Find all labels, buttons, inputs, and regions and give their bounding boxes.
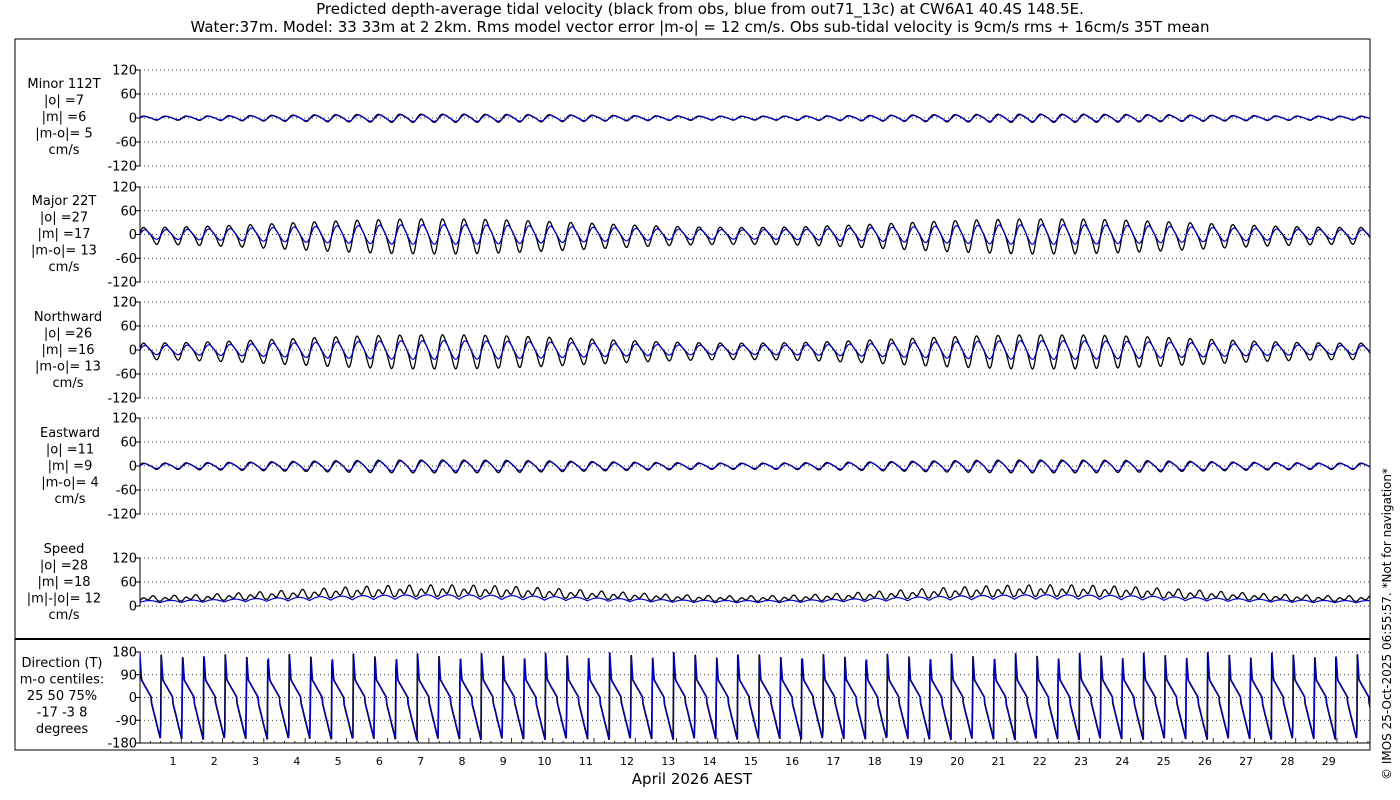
panel-speed: Speed |o| =28|m| =18 |m|-|o|= 12cm/s 120 60 0 [27, 542, 1371, 623]
ytick-label: 120 [112, 412, 137, 427]
panel-label: Northward [34, 310, 102, 325]
panel-label: |o| =28 [40, 559, 88, 574]
ytick-label: -60 [116, 368, 137, 383]
xtick-label: 9 [500, 755, 507, 768]
panel-label: |m-o|= 13 [35, 360, 101, 375]
xtick-label: 25 [1157, 755, 1171, 768]
ytick-label: 60 [120, 436, 137, 451]
xtick-label: 6 [376, 755, 383, 768]
ytick-label: 60 [120, 576, 137, 591]
ytick-label: 0 [129, 344, 137, 359]
outer-frame [14, 38, 1371, 751]
panel-label: cm/s [49, 260, 80, 275]
ytick-label: 120 [112, 181, 137, 196]
xtick-label: 10 [537, 755, 551, 768]
panel-label: Direction (T) [22, 656, 103, 671]
panel-label: |m|-|o|= 12 [27, 592, 101, 607]
xtick-label: 20 [950, 755, 964, 768]
panel-label: |m| =18 [38, 575, 91, 590]
panel-label: cm/s [55, 492, 86, 507]
xtick-label: 5 [335, 755, 342, 768]
panel-label: Eastward [40, 426, 100, 441]
ytick-label: 120 [112, 552, 137, 567]
panel-label: cm/s [53, 376, 84, 391]
panel-label: Major 22T [32, 194, 97, 209]
panel-label: |o| =27 [40, 211, 88, 226]
panel-label: |m| =6 [42, 110, 87, 125]
xtick-label: 15 [744, 755, 758, 768]
xtick-label: 8 [458, 755, 465, 768]
xtick-label: 4 [293, 755, 300, 768]
panel-label: |o| =7 [44, 94, 84, 109]
ytick-label: 0 [129, 691, 137, 706]
xtick-label: 7 [417, 755, 424, 768]
panel-major: Major 22T |o| =27|m| =17 |m-o|= 13cm/s 120 6… [31, 181, 1371, 291]
xtick-label: 16 [785, 755, 799, 768]
panel-label: Speed [44, 542, 85, 557]
ytick-label: -120 [107, 276, 137, 291]
ytick-label: 60 [120, 88, 137, 103]
panel-label: |m-o|= 13 [31, 244, 97, 259]
panel-label: 25 50 75% [27, 689, 97, 704]
ytick-label: 0 [129, 228, 137, 243]
panel-label: |m-o|= 5 [35, 127, 93, 142]
xtick-label: 14 [703, 755, 717, 768]
panel-label: -17 -3 8 [37, 706, 88, 721]
ytick-label: 120 [112, 64, 137, 79]
panel-label: |m| =17 [38, 227, 91, 242]
xtick-label: 23 [1074, 755, 1088, 768]
ytick-label: 60 [120, 320, 137, 335]
xtick-label: 11 [579, 755, 593, 768]
x-axis-label: April 2026 AEST [632, 770, 753, 788]
xtick-label: 13 [661, 755, 675, 768]
panel-label: degrees [36, 722, 89, 737]
ytick-label: 0 [129, 600, 137, 615]
xtick-label: 24 [1115, 755, 1129, 768]
ytick-label: -90 [116, 714, 137, 729]
xtick-label: 27 [1239, 755, 1253, 768]
ytick-label: -120 [107, 508, 137, 523]
xtick-label: 29 [1322, 755, 1336, 768]
ytick-label: 0 [129, 112, 137, 127]
panel-label: cm/s [49, 143, 80, 158]
panel-label: |m-o|= 4 [41, 476, 99, 491]
ytick-label: -120 [107, 392, 137, 407]
ytick-label: -60 [116, 136, 137, 151]
panel-northward: Northward |o| =26|m| =16 |m-o|= 13cm/s 120 6… [34, 296, 1371, 407]
panel-label: |o| =11 [46, 443, 94, 458]
panel-label: m-o centiles: [20, 673, 105, 688]
xtick-label: 22 [1033, 755, 1047, 768]
ytick-label: -60 [116, 252, 137, 267]
xtick-label: 21 [992, 755, 1006, 768]
copyright-notice: © IMOS 25-Oct-2025 06:55:57. *Not for na… [1380, 468, 1394, 780]
panel-minor: Minor 112T |o| =7|m| =6 |m-o|= 5cm/s 120 60 0… [27, 64, 1371, 175]
panel-label: cm/s [49, 608, 80, 623]
ytick-label: 60 [120, 204, 137, 219]
xtick-label: 28 [1280, 755, 1294, 768]
xtick-label: 19 [909, 755, 923, 768]
xtick-label: 26 [1198, 755, 1212, 768]
xtick-label: 18 [868, 755, 882, 768]
ytick-label: 90 [120, 668, 137, 683]
xtick-label: 3 [252, 755, 259, 768]
ytick-label: 120 [112, 296, 137, 311]
panel-label: Minor 112T [27, 77, 100, 92]
panel-label: |m| =16 [42, 343, 95, 358]
ytick-label: 0 [129, 460, 137, 475]
xtick-label: 2 [211, 755, 218, 768]
panel-direction: Direction (T) m-o centiles:25 50 75% -17 -… [20, 646, 1371, 752]
series-line-obs [139, 584, 1371, 602]
series-line-obs [139, 652, 1371, 741]
ytick-label: -60 [116, 484, 137, 499]
panel-label: |o| =26 [44, 327, 92, 342]
ytick-label: -180 [107, 737, 137, 752]
chart-figure: Minor 112T|o| =7|m| =6|m-o|= 5cm/s120600… [14, 38, 1371, 788]
ytick-label: -120 [107, 160, 137, 175]
panel-eastward: Eastward |o| =11|m| =9 |m-o|= 4cm/s 120 60 0 -… [40, 412, 1371, 523]
xtick-label: 12 [620, 755, 634, 768]
xtick-label: 17 [826, 755, 840, 768]
panel-label: |m| =9 [48, 459, 93, 474]
xtick-label: 1 [170, 755, 177, 768]
ytick-label: 180 [112, 646, 137, 661]
